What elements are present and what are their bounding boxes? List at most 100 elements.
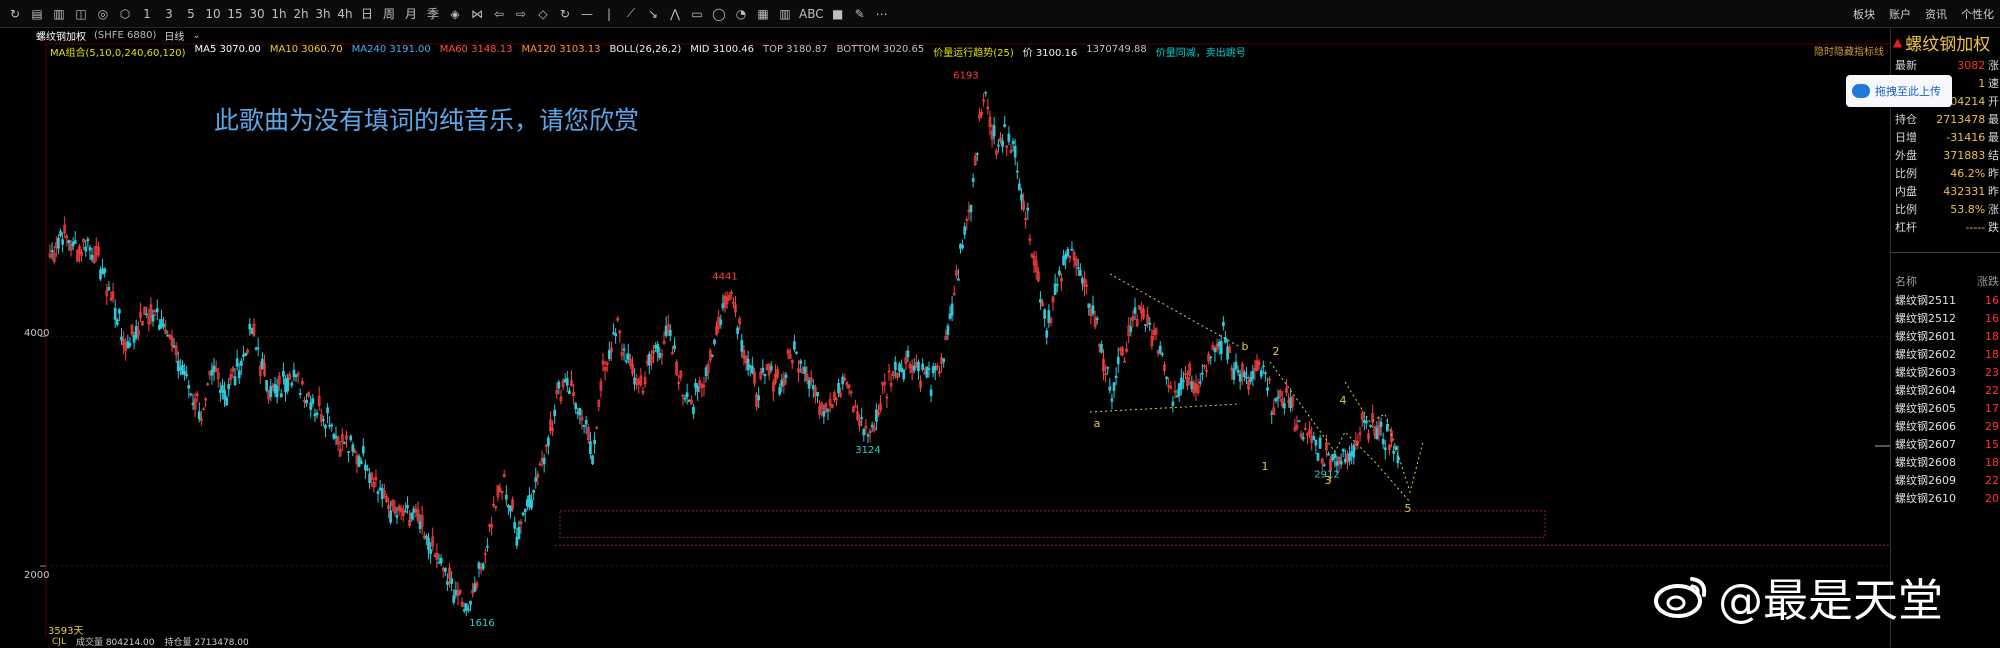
list-item[interactable]: 螺纹钢2604 22: [1895, 381, 1999, 399]
upload-popup[interactable]: 拖拽至此上传: [1846, 75, 1952, 107]
candle-body: [118, 309, 121, 314]
toolbar-button[interactable]: 10: [202, 3, 224, 25]
toolbar-button[interactable]: ⋀: [664, 3, 686, 25]
candle-body: [1234, 361, 1238, 370]
candle-body: [101, 268, 104, 275]
candle-body: [187, 385, 191, 389]
toolbar-button[interactable]: ◎: [92, 3, 114, 25]
divider: [1891, 252, 2000, 253]
list-item[interactable]: 螺纹钢2602 18: [1895, 345, 1999, 363]
toolbar-button[interactable]: ◯: [708, 3, 730, 25]
list-item[interactable]: 螺纹钢2607 15: [1895, 435, 1999, 453]
toolbar-button[interactable]: 2h: [290, 3, 312, 25]
quote-value: -----: [1965, 220, 1986, 234]
candle-body: [439, 557, 443, 564]
price-mark-label: 6193: [953, 70, 978, 81]
toolbar-menu-item[interactable]: 账户: [1889, 6, 1911, 22]
list-item[interactable]: 螺纹钢2511 16: [1895, 291, 1999, 309]
toolbar-button[interactable]: ⇨: [510, 3, 532, 25]
toolbar-button[interactable]: 3h: [312, 3, 334, 25]
toolbar-button[interactable]: 4h: [334, 3, 356, 25]
toolbar-button[interactable]: 季: [422, 3, 444, 25]
list-item[interactable]: 螺纹钢2512 16: [1895, 309, 1999, 327]
toolbar-button[interactable]: ↘: [642, 3, 664, 25]
toolbar-button[interactable]: ABC: [796, 3, 827, 25]
candle-body: [525, 499, 529, 507]
instrument-name[interactable]: 螺纹钢加权: [36, 28, 86, 43]
candle-body: [50, 250, 54, 253]
toolbar-button[interactable]: |: [598, 3, 620, 25]
wave-label: 4: [1340, 394, 1347, 407]
candle-body: [860, 417, 864, 420]
contract-change: 29: [1985, 419, 1999, 433]
candle-body: [685, 392, 689, 398]
ma-value: TOP 3180.87: [763, 44, 828, 55]
toolbar-button[interactable]: ✎: [849, 3, 871, 25]
list-item[interactable]: 螺纹钢2606 29: [1895, 417, 1999, 435]
toolbar-button[interactable]: ↻: [4, 3, 26, 25]
candle-body: [1343, 458, 1347, 463]
quote-value: 432331: [1943, 184, 1986, 198]
toolbar-button[interactable]: ▥: [774, 3, 796, 25]
toolbar-button[interactable]: ▥: [48, 3, 70, 25]
toolbar-menu-item[interactable]: 板块: [1853, 6, 1875, 22]
candle-body: [1236, 370, 1240, 373]
toolbar-button[interactable]: ↻: [554, 3, 576, 25]
ma-value: MA240 3191.00: [351, 44, 431, 55]
chevron-down-icon[interactable]: ⌄: [192, 30, 200, 41]
candle-body: [713, 339, 716, 345]
trendline: [1109, 273, 1241, 348]
list-item[interactable]: 螺纹钢2610 20: [1895, 489, 1999, 507]
candle-body: [452, 595, 456, 603]
candle-body: [534, 477, 538, 482]
toolbar-button[interactable]: ◇: [532, 3, 554, 25]
candle-body: [841, 376, 845, 385]
toolbar-menu-item[interactable]: 个性化: [1961, 6, 1994, 22]
list-item[interactable]: 螺纹钢2603 23: [1895, 363, 1999, 381]
hide-indicator-label[interactable]: 隐时隐藏指标线: [1814, 43, 1884, 58]
candle-body: [1133, 307, 1137, 314]
toolbar-button[interactable]: ■: [827, 3, 849, 25]
candle-body: [795, 351, 798, 354]
quote-value: 371883: [1943, 148, 1986, 162]
toolbar-button[interactable]: 5: [180, 3, 202, 25]
candle-body: [513, 522, 517, 529]
toolbar-button[interactable]: 1: [136, 3, 158, 25]
period-selector[interactable]: 日线: [164, 28, 184, 43]
list-item[interactable]: 螺纹钢2605 17: [1895, 399, 1999, 417]
toolbar-button[interactable]: ⇦: [488, 3, 510, 25]
candle-body: [292, 369, 296, 378]
candle-body: [1297, 420, 1301, 423]
list-item[interactable]: 螺纹钢2608 18: [1895, 453, 1999, 471]
toolbar-button[interactable]: ⟋: [620, 3, 642, 25]
list-header-name: 名称: [1895, 275, 1917, 288]
toolbar-button[interactable]: ⋯: [871, 3, 893, 25]
y-tick-label: 2000: [24, 570, 50, 581]
toolbar-button[interactable]: ▤: [26, 3, 48, 25]
toolbar-button[interactable]: ⋈: [466, 3, 488, 25]
toolbar-button[interactable]: —: [576, 3, 598, 25]
candle-body: [1331, 453, 1335, 461]
list-item[interactable]: 螺纹钢2601 18: [1895, 327, 1999, 345]
cjl-label[interactable]: CJL: [52, 637, 66, 647]
toolbar-button[interactable]: 30: [246, 3, 268, 25]
toolbar-button[interactable]: ▭: [686, 3, 708, 25]
toolbar-button[interactable]: ◫: [70, 3, 92, 25]
toolbar-button[interactable]: 周: [378, 3, 400, 25]
toolbar-button[interactable]: ◈: [444, 3, 466, 25]
toolbar-menu-item[interactable]: 资讯: [1925, 6, 1947, 22]
toolbar-button[interactable]: 1h: [268, 3, 290, 25]
toolbar-button[interactable]: 3: [158, 3, 180, 25]
candle-body: [1274, 397, 1278, 402]
toolbar-button[interactable]: ◔: [730, 3, 752, 25]
candle-body: [244, 352, 247, 357]
list-item[interactable]: 螺纹钢2609 22: [1895, 471, 1999, 489]
candle-body: [984, 91, 988, 94]
toolbar-button[interactable]: 15: [224, 3, 246, 25]
toolbar-button[interactable]: ▦: [752, 3, 774, 25]
volume-bar: CJL 成交量 804214.00 持仓量 2713478.00: [0, 636, 1890, 648]
toolbar-button[interactable]: ⬡: [114, 3, 136, 25]
toolbar-button[interactable]: 月: [400, 3, 422, 25]
candle-body: [1171, 401, 1175, 406]
toolbar-button[interactable]: 日: [356, 3, 378, 25]
